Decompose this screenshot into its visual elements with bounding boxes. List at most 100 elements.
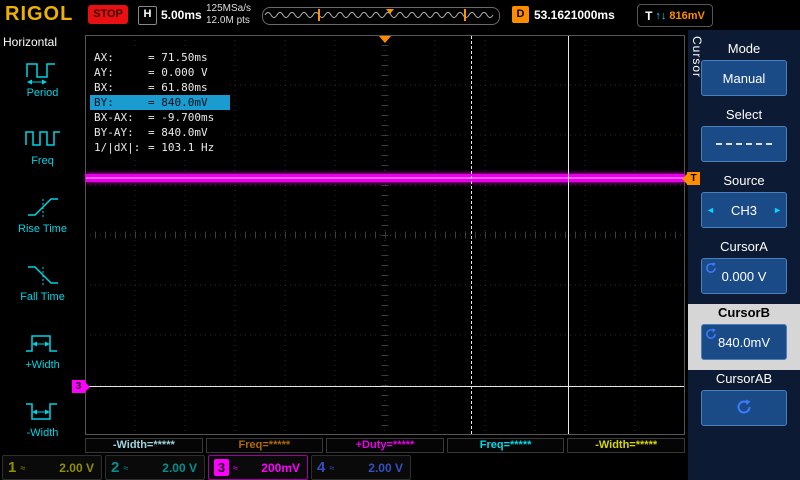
source-button[interactable]: ◄ CH3 ► bbox=[701, 192, 787, 228]
cursor-info-row: BX-AX: = -9.700ms bbox=[94, 111, 215, 124]
memory-depth: 12.0M pts bbox=[206, 15, 250, 26]
cursor-ax-line[interactable] bbox=[568, 36, 569, 434]
left-menu-item-rise-time[interactable]: Rise Time bbox=[0, 188, 85, 256]
left-menu-item-freq[interactable]: Freq bbox=[0, 120, 85, 188]
trigger-position-icon bbox=[379, 36, 391, 43]
menu-item-label: Mode bbox=[727, 41, 761, 56]
rise-time-icon bbox=[24, 191, 62, 223]
channel-1-status[interactable]: 1 ≈ 2.00 V bbox=[2, 455, 102, 480]
channel-number: 4 bbox=[317, 459, 326, 476]
left-menu-item-period[interactable]: Period bbox=[0, 52, 85, 120]
cursor-a-button[interactable]: 0.000 V bbox=[701, 258, 787, 294]
left-menu-item-label: Freq bbox=[31, 155, 54, 167]
cursor-info-box: AX: = 71.50ms AY: = 0.000 V BX: = 61.80ms B… bbox=[90, 48, 230, 157]
cursor-info-row: AX: = 71.50ms bbox=[94, 51, 208, 64]
channel-status-bar: 1 ≈ 2.00 V 2 ≈ 2.00 V 3 ≈ 200mV 4 ≈ 2.00… bbox=[2, 455, 411, 480]
top-bar: RIGOL STOP H 5.00ms 125MSa/s 12.0M pts D… bbox=[0, 0, 800, 30]
sample-rate: 125MSa/s bbox=[206, 3, 252, 14]
cursor-info-row: BX: = 61.80ms bbox=[94, 81, 208, 94]
trigger-status[interactable]: T ↑↓ 816mV bbox=[637, 4, 713, 27]
ch3-trace bbox=[86, 174, 684, 182]
channel-number: 2 bbox=[111, 459, 120, 476]
channel-scale: 2.00 V bbox=[162, 460, 197, 475]
select-button[interactable] bbox=[701, 126, 787, 162]
cursor-ay-line[interactable] bbox=[86, 386, 684, 387]
channel-4-status[interactable]: 4 ≈ 2.00 V bbox=[311, 455, 411, 480]
menu-item-label: CursorB bbox=[717, 305, 770, 320]
graticule-area: AX: = 71.50ms AY: = 0.000 V BX: = 61.80ms B… bbox=[85, 35, 685, 435]
right-menu-items: Mode Manual Select Source ◄ CH3 ► Cursor… bbox=[688, 40, 800, 436]
menu-item-cursor-a: CursorA 0.000 V bbox=[688, 238, 800, 304]
run-state-badge[interactable]: STOP bbox=[88, 5, 128, 24]
negative-width-icon bbox=[24, 395, 62, 427]
channel-number: 3 bbox=[214, 459, 229, 476]
freq-icon bbox=[24, 123, 62, 155]
ch3-ground-marker: 3 bbox=[72, 380, 90, 393]
rotate-knob-icon bbox=[736, 399, 752, 418]
right-menu: Cursor Mode Manual Select Source ◄ CH3 ►… bbox=[688, 30, 800, 480]
measurement-item: -Width=***** bbox=[567, 438, 685, 453]
cursor-b-button[interactable]: 840.0mV bbox=[701, 324, 787, 360]
left-menu-item-fall-time[interactable]: Fall Time bbox=[0, 256, 85, 324]
menu-item-label: CursorAB bbox=[715, 371, 773, 386]
left-menu-item-label: Period bbox=[26, 87, 59, 99]
channel-3-status[interactable]: 3 ≈ 200mV bbox=[208, 455, 308, 480]
channel-2-status[interactable]: 2 ≈ 2.00 V bbox=[105, 455, 205, 480]
timebase-value[interactable]: 5.00ms bbox=[161, 8, 202, 22]
menu-item-mode: Mode Manual bbox=[688, 40, 800, 106]
menu-item-cursor-ab: CursorAB bbox=[688, 370, 800, 436]
cursor-info-row: 1/|dX|: = 103.1 Hz bbox=[94, 141, 215, 154]
menu-item-cursor-b-selected: CursorB 840.0mV bbox=[688, 304, 800, 370]
fall-time-icon bbox=[24, 259, 62, 291]
channel-number: 1 bbox=[8, 459, 17, 476]
measurement-bar: -Width=***** Freq=***** +Duty=***** Freq… bbox=[85, 438, 685, 453]
rotate-knob-icon bbox=[705, 262, 717, 277]
left-menu-item-label: +Width bbox=[25, 359, 60, 371]
trigger-level-marker: T bbox=[682, 172, 700, 185]
cursor-info-row: BY-AY: = 840.0mV bbox=[94, 126, 208, 139]
delay-label: D bbox=[512, 6, 529, 23]
left-menu-item-label: Rise Time bbox=[18, 223, 67, 235]
coupling-icon: ≈ bbox=[20, 462, 26, 473]
trigger-label: T bbox=[645, 8, 653, 23]
channel-scale: 2.00 V bbox=[368, 460, 403, 475]
measurement-item: Freq=***** bbox=[205, 438, 324, 453]
rotate-knob-icon bbox=[705, 328, 717, 343]
rigol-logo: RIGOL bbox=[5, 3, 74, 25]
left-menu-item-label: -Width bbox=[26, 427, 59, 439]
preview-waveform-icon bbox=[264, 9, 494, 21]
trigger-level-value: 816mV bbox=[669, 9, 705, 22]
trigger-slope-icon: ↑↓ bbox=[655, 9, 667, 22]
left-menu-item-label: Fall Time bbox=[20, 291, 65, 303]
left-menu-item-neg-width[interactable]: -Width bbox=[0, 392, 85, 460]
cursor-info-row: AY: = 0.000 V bbox=[94, 66, 208, 79]
source-prev-icon: ◄ bbox=[706, 205, 715, 215]
source-next-icon: ► bbox=[773, 205, 782, 215]
dashed-line-icon bbox=[716, 143, 772, 145]
menu-item-label: Source bbox=[723, 173, 765, 188]
delay-value[interactable]: 53.1621000ms bbox=[534, 8, 615, 22]
menu-item-label: CursorA bbox=[720, 239, 768, 254]
menu-item-select: Select bbox=[688, 106, 800, 172]
coupling-icon: ≈ bbox=[233, 462, 238, 473]
channel-scale: 200mV bbox=[261, 460, 300, 475]
coupling-icon: ≈ bbox=[329, 462, 335, 473]
measurement-item: +Duty=***** bbox=[326, 438, 444, 453]
mode-button[interactable]: Manual bbox=[701, 60, 787, 96]
right-menu-title: Cursor bbox=[690, 36, 704, 79]
oscilloscope-screen: RIGOL STOP H 5.00ms 125MSa/s 12.0M pts D… bbox=[0, 0, 800, 480]
horizontal-label: H bbox=[138, 6, 157, 25]
measurement-item: -Width=***** bbox=[85, 438, 203, 453]
period-icon bbox=[24, 55, 62, 87]
positive-width-icon bbox=[24, 327, 62, 359]
measurement-item: Freq=***** bbox=[446, 438, 565, 453]
channel-scale: 2.00 V bbox=[59, 460, 94, 475]
cursor-ab-button[interactable] bbox=[701, 390, 787, 426]
menu-item-source: Source ◄ CH3 ► bbox=[688, 172, 800, 238]
coupling-icon: ≈ bbox=[123, 462, 129, 473]
waveform-preview bbox=[262, 7, 500, 25]
cursor-info-row-selected: BY: = 840.0mV bbox=[90, 95, 230, 110]
left-menu-title: Horizontal bbox=[3, 35, 58, 49]
cursor-bx-line[interactable] bbox=[471, 36, 472, 434]
menu-item-label: Select bbox=[725, 107, 763, 122]
